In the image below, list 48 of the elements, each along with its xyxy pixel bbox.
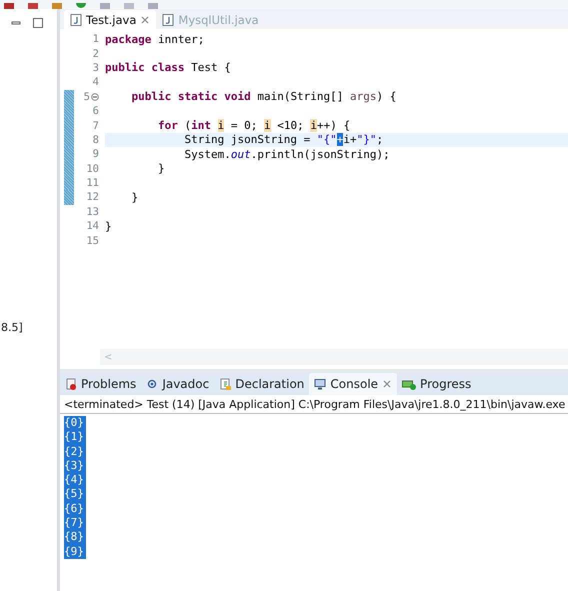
line-number: 10 — [86, 162, 99, 175]
code-line: } — [130, 190, 138, 204]
close-icon[interactable] — [140, 14, 150, 24]
line-number: 8 — [92, 134, 99, 146]
line-number: 1 — [92, 33, 99, 46]
project-label: 8.5] — [1, 321, 23, 334]
toolbar-icon — [100, 3, 110, 9]
editor-tab[interactable]: Test.java — [64, 10, 156, 29]
maximize-icon — [33, 18, 43, 28]
line-number: 11 — [86, 177, 99, 190]
toolbar-icon — [52, 3, 62, 9]
code-line: } — [156, 162, 165, 176]
view-tab[interactable]: Declaration — [214, 373, 310, 395]
view-tab[interactable]: Console — [309, 373, 398, 395]
line-number: 12 — [86, 191, 99, 204]
code-line: } — [105, 220, 112, 233]
toolbar-icon — [4, 3, 14, 9]
monitor-icon — [314, 378, 326, 390]
toolbar-icon — [124, 3, 134, 9]
line-number: 13 — [86, 206, 99, 218]
progress-icon — [402, 378, 416, 390]
line-number: 4 — [92, 76, 99, 88]
line-number: 5 — [84, 90, 90, 103]
warning-list-icon — [65, 378, 77, 390]
document-icon — [219, 378, 232, 390]
line-number: 2 — [92, 48, 99, 60]
line-number: 6 — [92, 105, 99, 118]
view-tab[interactable]: Problems — [60, 373, 142, 395]
line-number: 3 — [92, 62, 99, 74]
console-header: <terminated> Test (14) [Java Application] C:\Program Files\Java\jre1.8.0_211\bin\javaw.exe — [64, 398, 566, 410]
code-line: package innter; — [105, 32, 204, 46]
java-file-icon — [162, 14, 174, 26]
line-number: 7 — [92, 120, 99, 132]
line-number: 15 — [86, 234, 99, 247]
java-file-icon — [70, 14, 82, 26]
code-line: public class Test { — [105, 61, 231, 74]
view-tab[interactable]: Javadoc — [141, 373, 214, 395]
view-tab[interactable]: Progress — [397, 373, 476, 395]
close-icon[interactable] — [382, 379, 392, 389]
toolbar-icon — [148, 3, 158, 9]
code-line: public static void main(String[] args) { — [130, 90, 396, 104]
collapse-icon[interactable] — [91, 92, 99, 101]
code-line: System.out.println(jsonString); — [183, 148, 390, 161]
code-line: for (int i = 0; i <10; i++) { — [156, 119, 350, 132]
line-number: 14 — [86, 220, 99, 232]
code-line: String jsonString = "{"+i+"}"; — [183, 133, 384, 146]
line-number: 9 — [92, 148, 99, 160]
toolbar-icon — [28, 3, 38, 9]
